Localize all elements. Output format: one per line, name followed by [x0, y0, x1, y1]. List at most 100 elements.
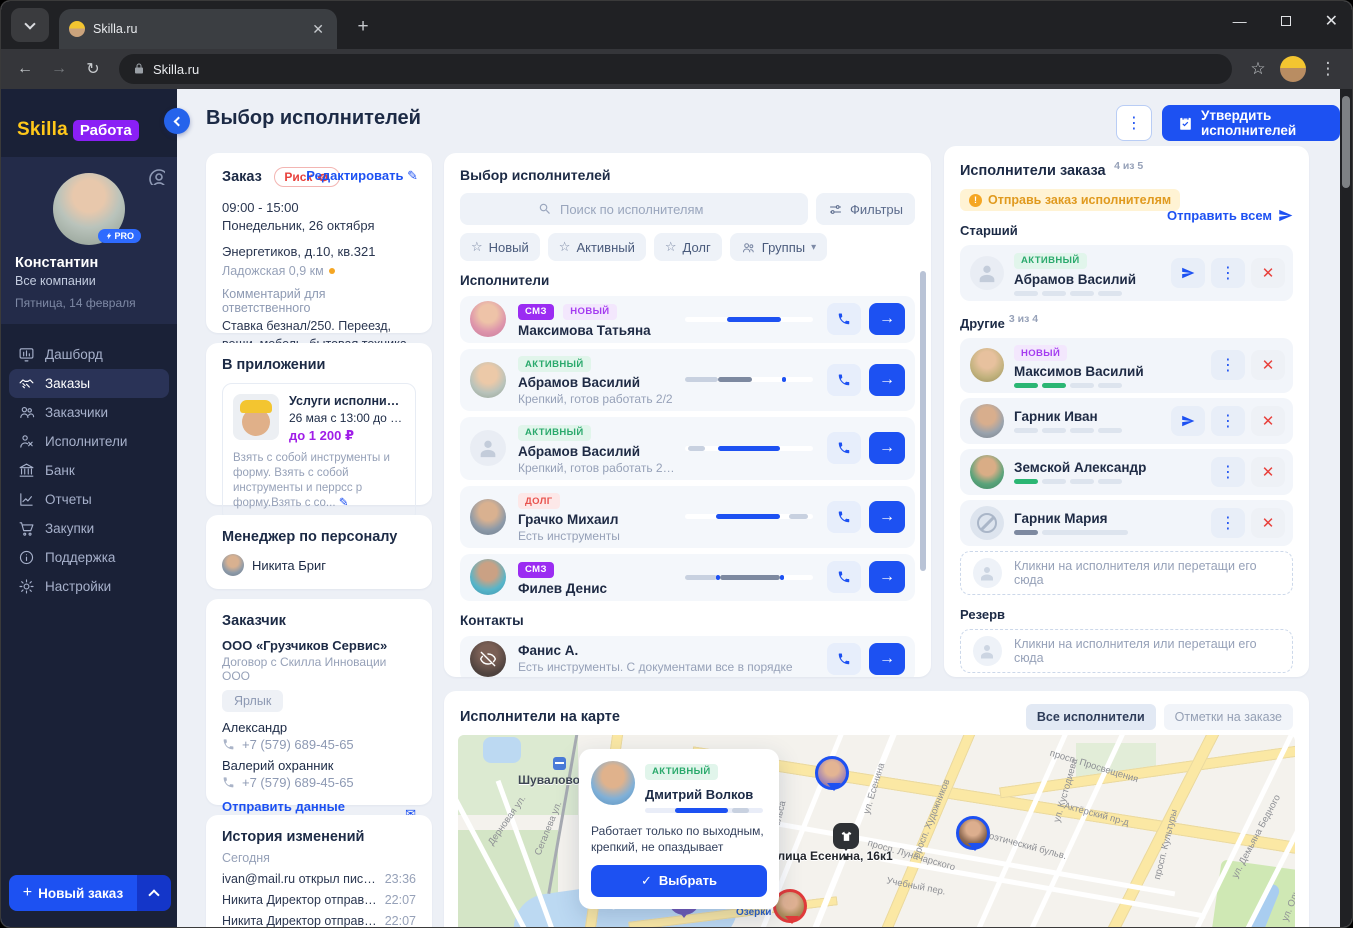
send-button[interactable] [1171, 406, 1205, 436]
shop-map-pin[interactable] [833, 823, 859, 851]
send-button[interactable] [1171, 257, 1205, 288]
contact-row[interactable]: Фанис А. Есть инструменты. С документами… [460, 635, 915, 677]
smz-badge: СМЗ [518, 561, 554, 578]
call-button[interactable] [827, 642, 861, 675]
map-address-label: улица Есенина, 16к1 [771, 849, 893, 863]
assigned-row[interactable]: Гарник Мария ⋮ ✕ [960, 500, 1293, 546]
tab-close-icon[interactable]: ✕ [309, 21, 327, 38]
call-button[interactable] [827, 561, 861, 594]
search-input[interactable] [559, 201, 730, 217]
edit-order-link[interactable]: Редактировать ✎ [306, 168, 418, 184]
new-order-expand-button[interactable] [137, 875, 171, 911]
edit-note-pencil-icon[interactable]: ✎ [339, 497, 349, 509]
executor-row[interactable]: СМЗ НОВЫЙ Максимова Татьяна → [460, 296, 915, 343]
assign-arrow-button[interactable]: → [869, 561, 905, 594]
sidebar-item-orders[interactable]: Заказы [9, 369, 169, 398]
executor-map-pin[interactable] [956, 816, 990, 851]
back-button[interactable] [164, 108, 190, 134]
sidebar-item-settings[interactable]: Настройки [9, 572, 169, 601]
filter-chip-active[interactable]: ☆ Активный [547, 233, 646, 261]
close-button[interactable]: ✕ [1325, 11, 1338, 31]
filter-chip-debt[interactable]: ☆ Долг [653, 233, 722, 261]
assign-arrow-button[interactable]: → [869, 500, 905, 533]
filters-button[interactable]: Фильтры [815, 193, 915, 225]
skilla-logo: Skilla Работа [1, 89, 177, 153]
placeholder-avatar [973, 558, 1002, 588]
sidebar-item-purchases[interactable]: Закупки [9, 514, 169, 543]
kebab-button[interactable]: ⋮ [1211, 457, 1245, 487]
browser-profile-avatar[interactable] [1280, 56, 1306, 82]
assign-arrow-button[interactable]: → [869, 363, 905, 396]
browser-tab[interactable]: Skilla.ru ✕ [59, 9, 337, 49]
executor-row[interactable]: ДОЛГ Грачко Михаил Есть инструменты → [460, 485, 915, 548]
send-all-link[interactable]: Отправить всем [1167, 208, 1293, 223]
map-canvas[interactable]: просп. Луначарского просп. Художников ул… [458, 735, 1295, 927]
reload-icon[interactable]: ↻ [81, 59, 105, 79]
executor-dropzone[interactable]: Кликни на исполнителя или перетащи его с… [960, 551, 1293, 595]
remove-button[interactable]: ✕ [1251, 508, 1285, 538]
sidebar-item-bank[interactable]: Банк [9, 456, 169, 485]
tab-title: Skilla.ru [93, 22, 138, 36]
scrollbar-thumb[interactable] [1342, 96, 1350, 188]
contact-phone[interactable]: +7 (579) 689-45-65 [222, 737, 416, 752]
assigned-row[interactable]: НОВЫЙ Максимов Василий ⋮ ✕ [960, 337, 1293, 393]
reserve-dropzone[interactable]: Кликни на исполнителя или перетащи его с… [960, 629, 1293, 673]
sidebar-item-reports[interactable]: Отчеты [9, 485, 169, 514]
kebab-button[interactable]: ⋮ [1211, 406, 1245, 436]
call-button[interactable] [827, 432, 861, 465]
tab-search-button[interactable] [11, 8, 49, 42]
remove-button[interactable]: ✕ [1251, 257, 1285, 288]
account-icon[interactable] [147, 167, 169, 190]
remove-button[interactable]: ✕ [1251, 406, 1285, 436]
kebab-button[interactable]: ⋮ [1211, 350, 1245, 381]
list-scrollbar[interactable] [920, 271, 926, 571]
bookmark-star-icon[interactable]: ☆ [1246, 59, 1270, 79]
back-nav-icon[interactable]: ← [13, 60, 37, 78]
assign-arrow-button[interactable]: → [869, 303, 905, 336]
customer-company: ООО «Грузчиков Сервис» [222, 638, 388, 653]
assigned-row[interactable]: Земской Александр ⋮ ✕ [960, 449, 1293, 495]
kebab-button[interactable]: ⋮ [1211, 257, 1245, 288]
sidebar-item-dashboard[interactable]: Дашборд [9, 340, 169, 369]
new-order-button[interactable]: + Новый заказ [9, 875, 171, 911]
executor-map-pin[interactable] [815, 756, 849, 791]
assigned-row-senior[interactable]: АКТИВНЫЙ Абрамов Василий ⋮ ✕ [960, 245, 1293, 301]
page-scrollbar[interactable] [1340, 89, 1352, 927]
minimize-button[interactable]: — [1233, 13, 1247, 29]
rating-pills [1014, 479, 1197, 484]
browser-window: Skilla.ru ✕ + — ✕ ← → ↻ Skilla.ru ☆ ⋮ Sk… [0, 0, 1353, 928]
contact-phone[interactable]: +7 (579) 689-45-65 [222, 775, 416, 790]
new-tab-button[interactable]: + [349, 13, 377, 41]
assign-arrow-button[interactable]: → [869, 642, 905, 675]
call-button[interactable] [827, 303, 861, 336]
avatar-blocked [970, 506, 1004, 540]
customer-tag[interactable]: Ярлык [222, 690, 284, 712]
filter-chip-new[interactable]: ☆ Новый [460, 233, 540, 261]
kebab-button[interactable]: ⋮ [1211, 508, 1245, 538]
executor-row[interactable]: СМЗ Филев Денис → [460, 554, 915, 601]
toggle-order-marks[interactable]: Отметки на заказе [1163, 704, 1293, 730]
sidebar-item-customers[interactable]: Заказчики [9, 398, 169, 427]
executor-row[interactable]: АКТИВНЫЙ Абрамов Василий Крепкий, готов … [460, 417, 915, 480]
approve-executors-button[interactable]: Утвердить исполнителей [1162, 105, 1340, 141]
browser-menu-icon[interactable]: ⋮ [1316, 59, 1340, 79]
profile-scope[interactable]: Все компании [15, 274, 163, 288]
sidebar-item-support[interactable]: Поддержка [9, 543, 169, 572]
header-kebab-button[interactable]: ⋮ [1116, 105, 1152, 141]
executor-row[interactable]: АКТИВНЫЙ Абрамов Василий Крепкий, готов … [460, 348, 915, 411]
remove-button[interactable]: ✕ [1251, 457, 1285, 487]
maximize-button[interactable] [1280, 16, 1291, 26]
address-bar[interactable]: Skilla.ru [119, 54, 1232, 84]
remove-button[interactable]: ✕ [1251, 350, 1285, 381]
assigned-row[interactable]: Гарник Иван ⋮ ✕ [960, 398, 1293, 444]
assign-arrow-button[interactable]: → [869, 432, 905, 465]
smz-badge: СМЗ [518, 303, 554, 320]
call-button[interactable] [827, 363, 861, 396]
choose-executor-button[interactable]: ✓ Выбрать [591, 864, 767, 897]
in-app-order[interactable]: Услуги исполнителей 26 мая с 13:00 до 23… [222, 383, 416, 522]
filter-chip-groups[interactable]: Группы ▾ [729, 233, 828, 261]
sidebar-item-executors[interactable]: Исполнители [9, 427, 169, 456]
call-button[interactable] [827, 500, 861, 533]
forward-nav-icon[interactable]: → [47, 60, 71, 78]
toggle-all-executors[interactable]: Все исполнители [1025, 704, 1156, 730]
